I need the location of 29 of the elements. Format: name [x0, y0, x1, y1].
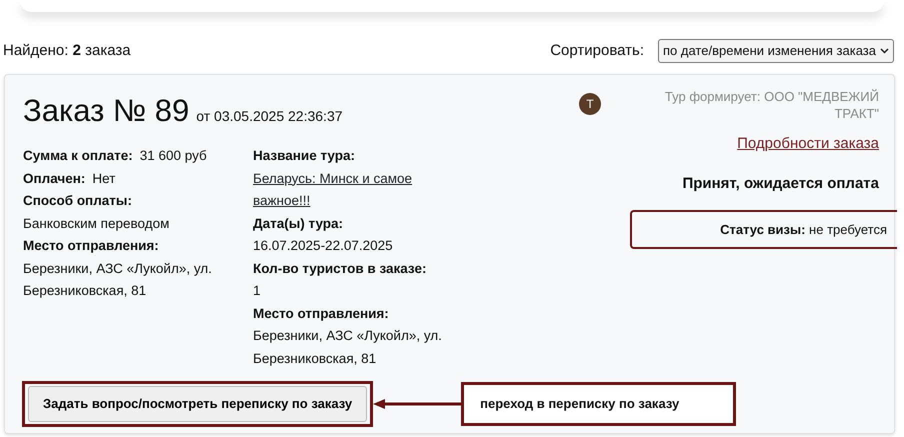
- field-label: Место отправления:: [253, 306, 389, 320]
- field-value: 16.07.2025-22.07.2025: [253, 237, 394, 255]
- field-label: Название тура:: [253, 148, 356, 163]
- field-value: Березники, АЗС «Лукойл», ул. Березниковская, 81: [253, 327, 443, 368]
- field-value: 31 600 руб: [140, 147, 207, 165]
- field-label: Оплачен:: [23, 170, 86, 188]
- sort-label: Сортировать:: [550, 40, 644, 61]
- field-value: 1: [253, 282, 262, 300]
- field-label: Способ оплаты:: [23, 193, 132, 208]
- order-date: от 03.05.2025 22:36:37: [196, 107, 343, 126]
- order-title: Заказ № 89: [23, 95, 190, 126]
- sort-dropdown[interactable]: по дате/времени изменения заказа: [658, 39, 894, 63]
- order-details-link[interactable]: Подробности заказа: [737, 132, 879, 156]
- avatar: Т: [579, 93, 601, 115]
- field-value: Березники, АЗС «Лукойл», ул. Березниковская, 81: [23, 260, 213, 300]
- tour-operator: Тур формирует: ООО "МЕДВЕЖИЙ ТРАКТ": [664, 89, 879, 123]
- order-status: Принят, ожидается оплата: [682, 174, 879, 194]
- field-label: Место отправления:: [23, 238, 159, 253]
- ask-question-button[interactable]: Задать вопрос/посмотреть переписку по заказу: [28, 386, 368, 422]
- field-value: Нет: [92, 170, 116, 188]
- field-value: Банковским переводом: [23, 214, 170, 233]
- caret-icon: [880, 48, 889, 54]
- field-label: Кол-во туристов в заказе:: [253, 260, 426, 276]
- visa-status: Статус визы: не требуется: [630, 210, 897, 249]
- results-count: Найдено: 2 заказа: [3, 40, 131, 61]
- field-label: Сумма к оплате:: [23, 147, 133, 165]
- field-label: Дата(ы) тура:: [253, 216, 344, 230]
- callout-note: переход в переписку по заказу: [461, 382, 736, 426]
- tour-link[interactable]: Беларусь: Минск и самое важное!!!: [253, 168, 468, 212]
